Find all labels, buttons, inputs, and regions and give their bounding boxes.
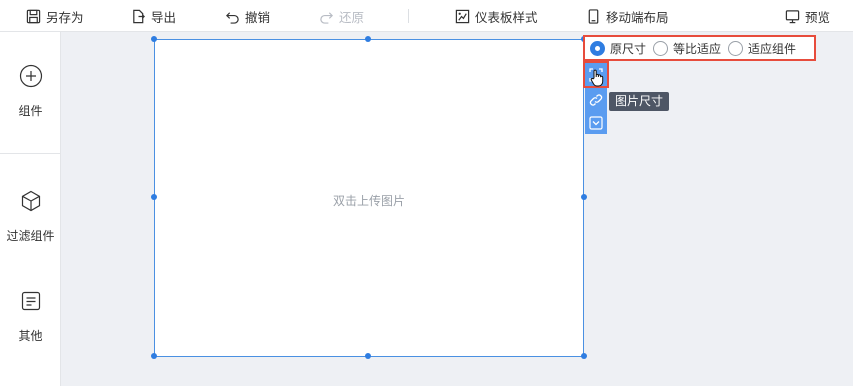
radio-fit-component[interactable]: 适应组件 [728, 40, 796, 57]
sidebar-item-components[interactable]: 组件 [0, 64, 61, 119]
dashboard-style-icon [455, 9, 470, 23]
dashboard-style-button[interactable]: 仪表板样式 [455, 0, 538, 32]
export-label: 导出 [151, 9, 177, 25]
mobile-layout-label: 移动端布局 [606, 9, 669, 25]
redo-label: 还原 [339, 9, 365, 25]
radio-button[interactable] [590, 40, 605, 56]
preview-label: 预览 [805, 9, 831, 25]
sidebar-item-filter-components[interactable]: 过滤组件 [0, 189, 61, 244]
redo-button[interactable]: 还原 [319, 0, 364, 32]
more-tool[interactable] [587, 114, 605, 132]
dashboard-style-label: 仪表板样式 [475, 9, 538, 25]
resize-handle-left[interactable] [151, 194, 157, 200]
undo-button[interactable]: 撤销 [225, 0, 270, 32]
toolbar-divider [408, 9, 409, 23]
radio-label: 原尺寸 [610, 41, 647, 56]
mobile-layout-button[interactable]: 移动端布局 [586, 0, 669, 32]
sidebar-item-other[interactable]: 其他 [0, 289, 61, 344]
monitor-icon [785, 9, 800, 23]
radio-label: 适应组件 [748, 41, 797, 56]
radio-label: 等比适应 [673, 41, 722, 56]
resize-handle-bottom-left[interactable] [151, 353, 157, 359]
sidebar-item-label: 组件 [18, 104, 43, 118]
redo-icon [320, 11, 333, 24]
document-icon [21, 291, 40, 311]
save-icon [26, 9, 41, 23]
export-button[interactable]: 导出 [131, 0, 176, 32]
resize-handle-top[interactable] [365, 36, 371, 42]
resize-handle-right[interactable] [581, 194, 587, 200]
preview-button[interactable]: 预览 [785, 0, 830, 32]
plus-circle-icon [19, 64, 42, 88]
resize-handle-bottom[interactable] [365, 353, 371, 359]
sidebar-item-label: 过滤组件 [6, 229, 55, 243]
radio-proportional-fit[interactable]: 等比适应 [653, 40, 721, 57]
dropdown-icon [589, 116, 603, 130]
mobile-icon [588, 8, 599, 24]
image-widget[interactable]: 双击上传图片 [154, 39, 584, 357]
sidebar-item-label: 其他 [18, 329, 43, 343]
export-icon [133, 9, 145, 23]
top-toolbar: 另存为 导出 撤销 还原 仪表板样式 移动端布局 预览 [0, 0, 853, 32]
link-icon [589, 94, 603, 106]
left-sidebar: 组件 过滤组件 其他 [0, 32, 61, 386]
link-tool[interactable] [587, 91, 605, 109]
save-as-label: 另存为 [46, 9, 84, 25]
resize-handle-bottom-right[interactable] [581, 353, 587, 359]
radio-button[interactable] [653, 40, 669, 56]
undo-label: 撤销 [245, 9, 271, 25]
hand-cursor-icon [590, 69, 604, 87]
sidebar-divider [0, 153, 61, 154]
resize-handle-top-left[interactable] [151, 36, 157, 42]
image-size-tooltip: 图片尺寸 [609, 92, 670, 111]
upload-image-hint: 双击上传图片 [332, 194, 405, 208]
radio-original-size[interactable]: 原尺寸 [590, 40, 646, 57]
undo-icon [226, 11, 239, 24]
radio-button[interactable] [728, 40, 744, 56]
cube-icon [21, 190, 40, 212]
image-size-options: 原尺寸 等比适应 适应组件 [583, 35, 816, 61]
save-as-button[interactable]: 另存为 [26, 0, 84, 32]
